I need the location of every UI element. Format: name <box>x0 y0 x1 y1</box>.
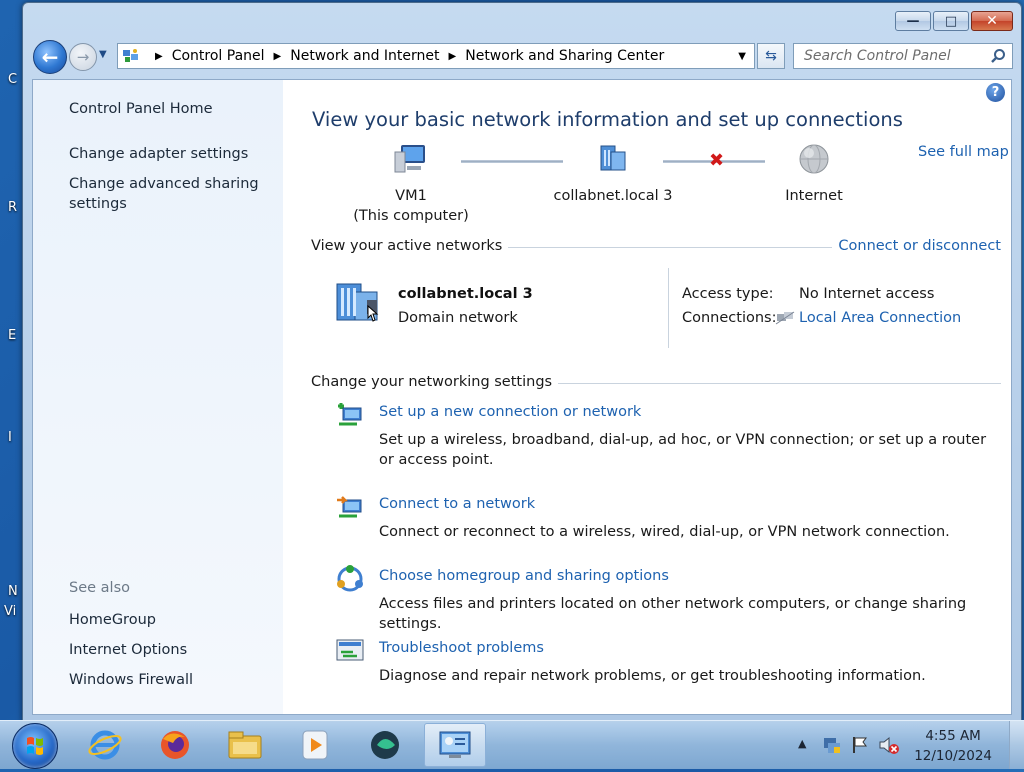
network-tray-icon[interactable] <box>822 735 842 755</box>
local-area-connection-link[interactable]: Local Area Connection <box>799 310 961 326</box>
windows-firewall-link[interactable]: Windows Firewall <box>69 670 193 690</box>
action-center-flag-icon[interactable] <box>850 735 870 755</box>
show-desktop-button[interactable] <box>1009 721 1024 769</box>
control-panel-taskbar-icon <box>439 731 471 758</box>
troubleshoot-problems-link[interactable]: Troubleshoot problems <box>379 640 544 656</box>
desktop-text-fragment: R <box>8 200 18 215</box>
close-icon: ✕ <box>986 13 998 29</box>
search-icon[interactable] <box>990 48 1006 68</box>
control-panel-home-link[interactable]: Control Panel Home <box>69 99 213 119</box>
refresh-icon: ⇆ <box>765 48 777 64</box>
network-map-label: collabnet.local 3 <box>553 188 673 204</box>
system-tray: ▲ 4:55 AM 12/10/2024 <box>794 721 1024 769</box>
active-network-name: collabnet.local 3 <box>398 286 533 302</box>
connect-or-disconnect-link[interactable]: Connect or disconnect <box>832 238 1001 254</box>
maximize-icon: □ <box>944 13 958 29</box>
clock-date: 12/10/2024 <box>914 748 992 764</box>
left-pane: Control Panel Home Change adapter settin… <box>33 80 283 714</box>
troubleshoot-icon <box>336 639 364 661</box>
app-icon[interactable] <box>358 723 412 767</box>
control-panel-icon <box>122 48 140 64</box>
network-sharing-center-window: — □ ✕ ← → ▼ ▶ Control Panel ▶ Network an… <box>22 2 1022 722</box>
connect-to-network-desc: Connect or reconnect to a wireless, wire… <box>379 524 950 540</box>
forward-button[interactable]: → <box>69 43 97 71</box>
media-player-icon[interactable] <box>288 723 342 767</box>
close-button[interactable]: ✕ <box>971 11 1013 31</box>
firefox-icon[interactable] <box>148 723 202 767</box>
clock-time: 4:55 AM <box>925 728 981 744</box>
setup-new-connection-link[interactable]: Set up a new connection or network <box>379 404 641 420</box>
breadcrumb-separator[interactable]: ▶ <box>274 51 282 62</box>
breadcrumb-control-panel[interactable]: Control Panel <box>172 48 265 64</box>
file-explorer-icon[interactable] <box>218 723 272 767</box>
computer-name-label: VM1 <box>395 188 427 204</box>
main-pane: View your basic network information and … <box>311 80 1011 714</box>
desktop-text-fragment: I <box>8 430 12 445</box>
access-type-label: Access type: <box>682 286 774 302</box>
see-full-map-link[interactable]: See full map <box>918 144 1009 160</box>
forward-arrow-icon: → <box>76 48 90 66</box>
new-connection-icon <box>338 403 362 426</box>
homegroup-icon <box>337 565 363 592</box>
navigation-bar: ← → ▼ ▶ Control Panel ▶ Network and Inte… <box>31 40 1013 74</box>
page-title: View your basic network information and … <box>312 108 903 131</box>
breadcrumb-network-sharing-center[interactable]: Network and Sharing Center <box>465 48 664 64</box>
caption-buttons: — □ ✕ <box>893 11 1013 31</box>
network-type-link[interactable]: Domain network <box>398 310 518 326</box>
back-arrow-icon: ← <box>41 45 59 69</box>
homegroup-sharing-desc: Access files and printers located on oth… <box>379 596 967 632</box>
minimize-icon: — <box>906 13 920 29</box>
content-area: Control Panel Home Change adapter settin… <box>32 79 1012 715</box>
connections-label: Connections: <box>682 310 777 326</box>
desktop-text-fragment: C <box>8 72 18 87</box>
search-box[interactable] <box>793 43 1013 69</box>
recent-pages-dropdown[interactable]: ▼ <box>99 49 107 60</box>
breadcrumb-network-and-internet[interactable]: Network and Internet <box>290 48 439 64</box>
networking-settings-heading: Change your networking settings <box>311 374 559 390</box>
address-bar[interactable]: ▶ Control Panel ▶ Network and Internet ▶… <box>117 43 755 69</box>
connection-line-ok <box>461 160 563 163</box>
internet-options-link[interactable]: Internet Options <box>69 640 187 660</box>
computer-icon[interactable] <box>393 142 429 176</box>
homegroup-sharing-link[interactable]: Choose homegroup and sharing options <box>379 568 669 584</box>
desktop-text-fragment: N <box>8 584 18 599</box>
desktop-icons-edge: C R E I N Vi <box>0 0 24 720</box>
desktop-text-fragment: E <box>8 328 17 343</box>
desktop-text-fragment: Vi <box>4 604 17 619</box>
connect-network-icon <box>337 496 362 518</box>
address-dropdown-icon[interactable]: ▼ <box>738 51 746 62</box>
show-hidden-icons-button[interactable]: ▲ <box>798 737 806 750</box>
refresh-button[interactable]: ⇆ <box>757 43 785 69</box>
access-type-value: No Internet access <box>799 286 935 302</box>
network-icon[interactable] <box>595 142 631 176</box>
active-networks-heading: View your active networks <box>311 238 509 254</box>
internet-explorer-icon[interactable] <box>78 723 132 767</box>
troubleshoot-problems-desc: Diagnose and repair network problems, or… <box>379 668 926 684</box>
taskbar: ▲ 4:55 AM 12/10/2024 <box>0 720 1024 769</box>
breadcrumb-separator[interactable]: ▶ <box>155 51 163 62</box>
internet-globe-icon[interactable] <box>797 142 831 176</box>
homegroup-link[interactable]: HomeGroup <box>69 610 156 630</box>
domain-network-icon[interactable] <box>335 280 385 324</box>
windows-logo-icon <box>27 737 43 755</box>
maximize-button[interactable]: □ <box>933 11 969 31</box>
internet-label: Internet <box>785 188 843 204</box>
connect-to-network-link[interactable]: Connect to a network <box>379 496 535 512</box>
back-button[interactable]: ← <box>33 40 67 74</box>
no-connection-icon: ✖ <box>709 150 725 171</box>
setup-new-connection-desc: Set up a wireless, broadband, dial-up, a… <box>379 432 987 468</box>
breadcrumb-separator[interactable]: ▶ <box>449 51 457 62</box>
network-details-separator <box>668 268 669 348</box>
clock[interactable]: 4:55 AM 12/10/2024 <box>914 726 992 766</box>
computer-sub-label: (This computer) <box>353 208 469 224</box>
start-button[interactable] <box>12 723 58 769</box>
volume-muted-icon[interactable] <box>878 735 900 755</box>
minimize-button[interactable]: — <box>895 11 931 31</box>
control-panel-taskbar-button[interactable] <box>424 723 486 767</box>
change-adapter-settings-link[interactable]: Change adapter settings <box>69 144 248 164</box>
search-input[interactable] <box>802 47 986 65</box>
change-advanced-sharing-link[interactable]: Change advanced sharing settings <box>69 174 259 214</box>
see-also-heading: See also <box>69 580 130 596</box>
lan-connection-icon <box>775 311 795 325</box>
